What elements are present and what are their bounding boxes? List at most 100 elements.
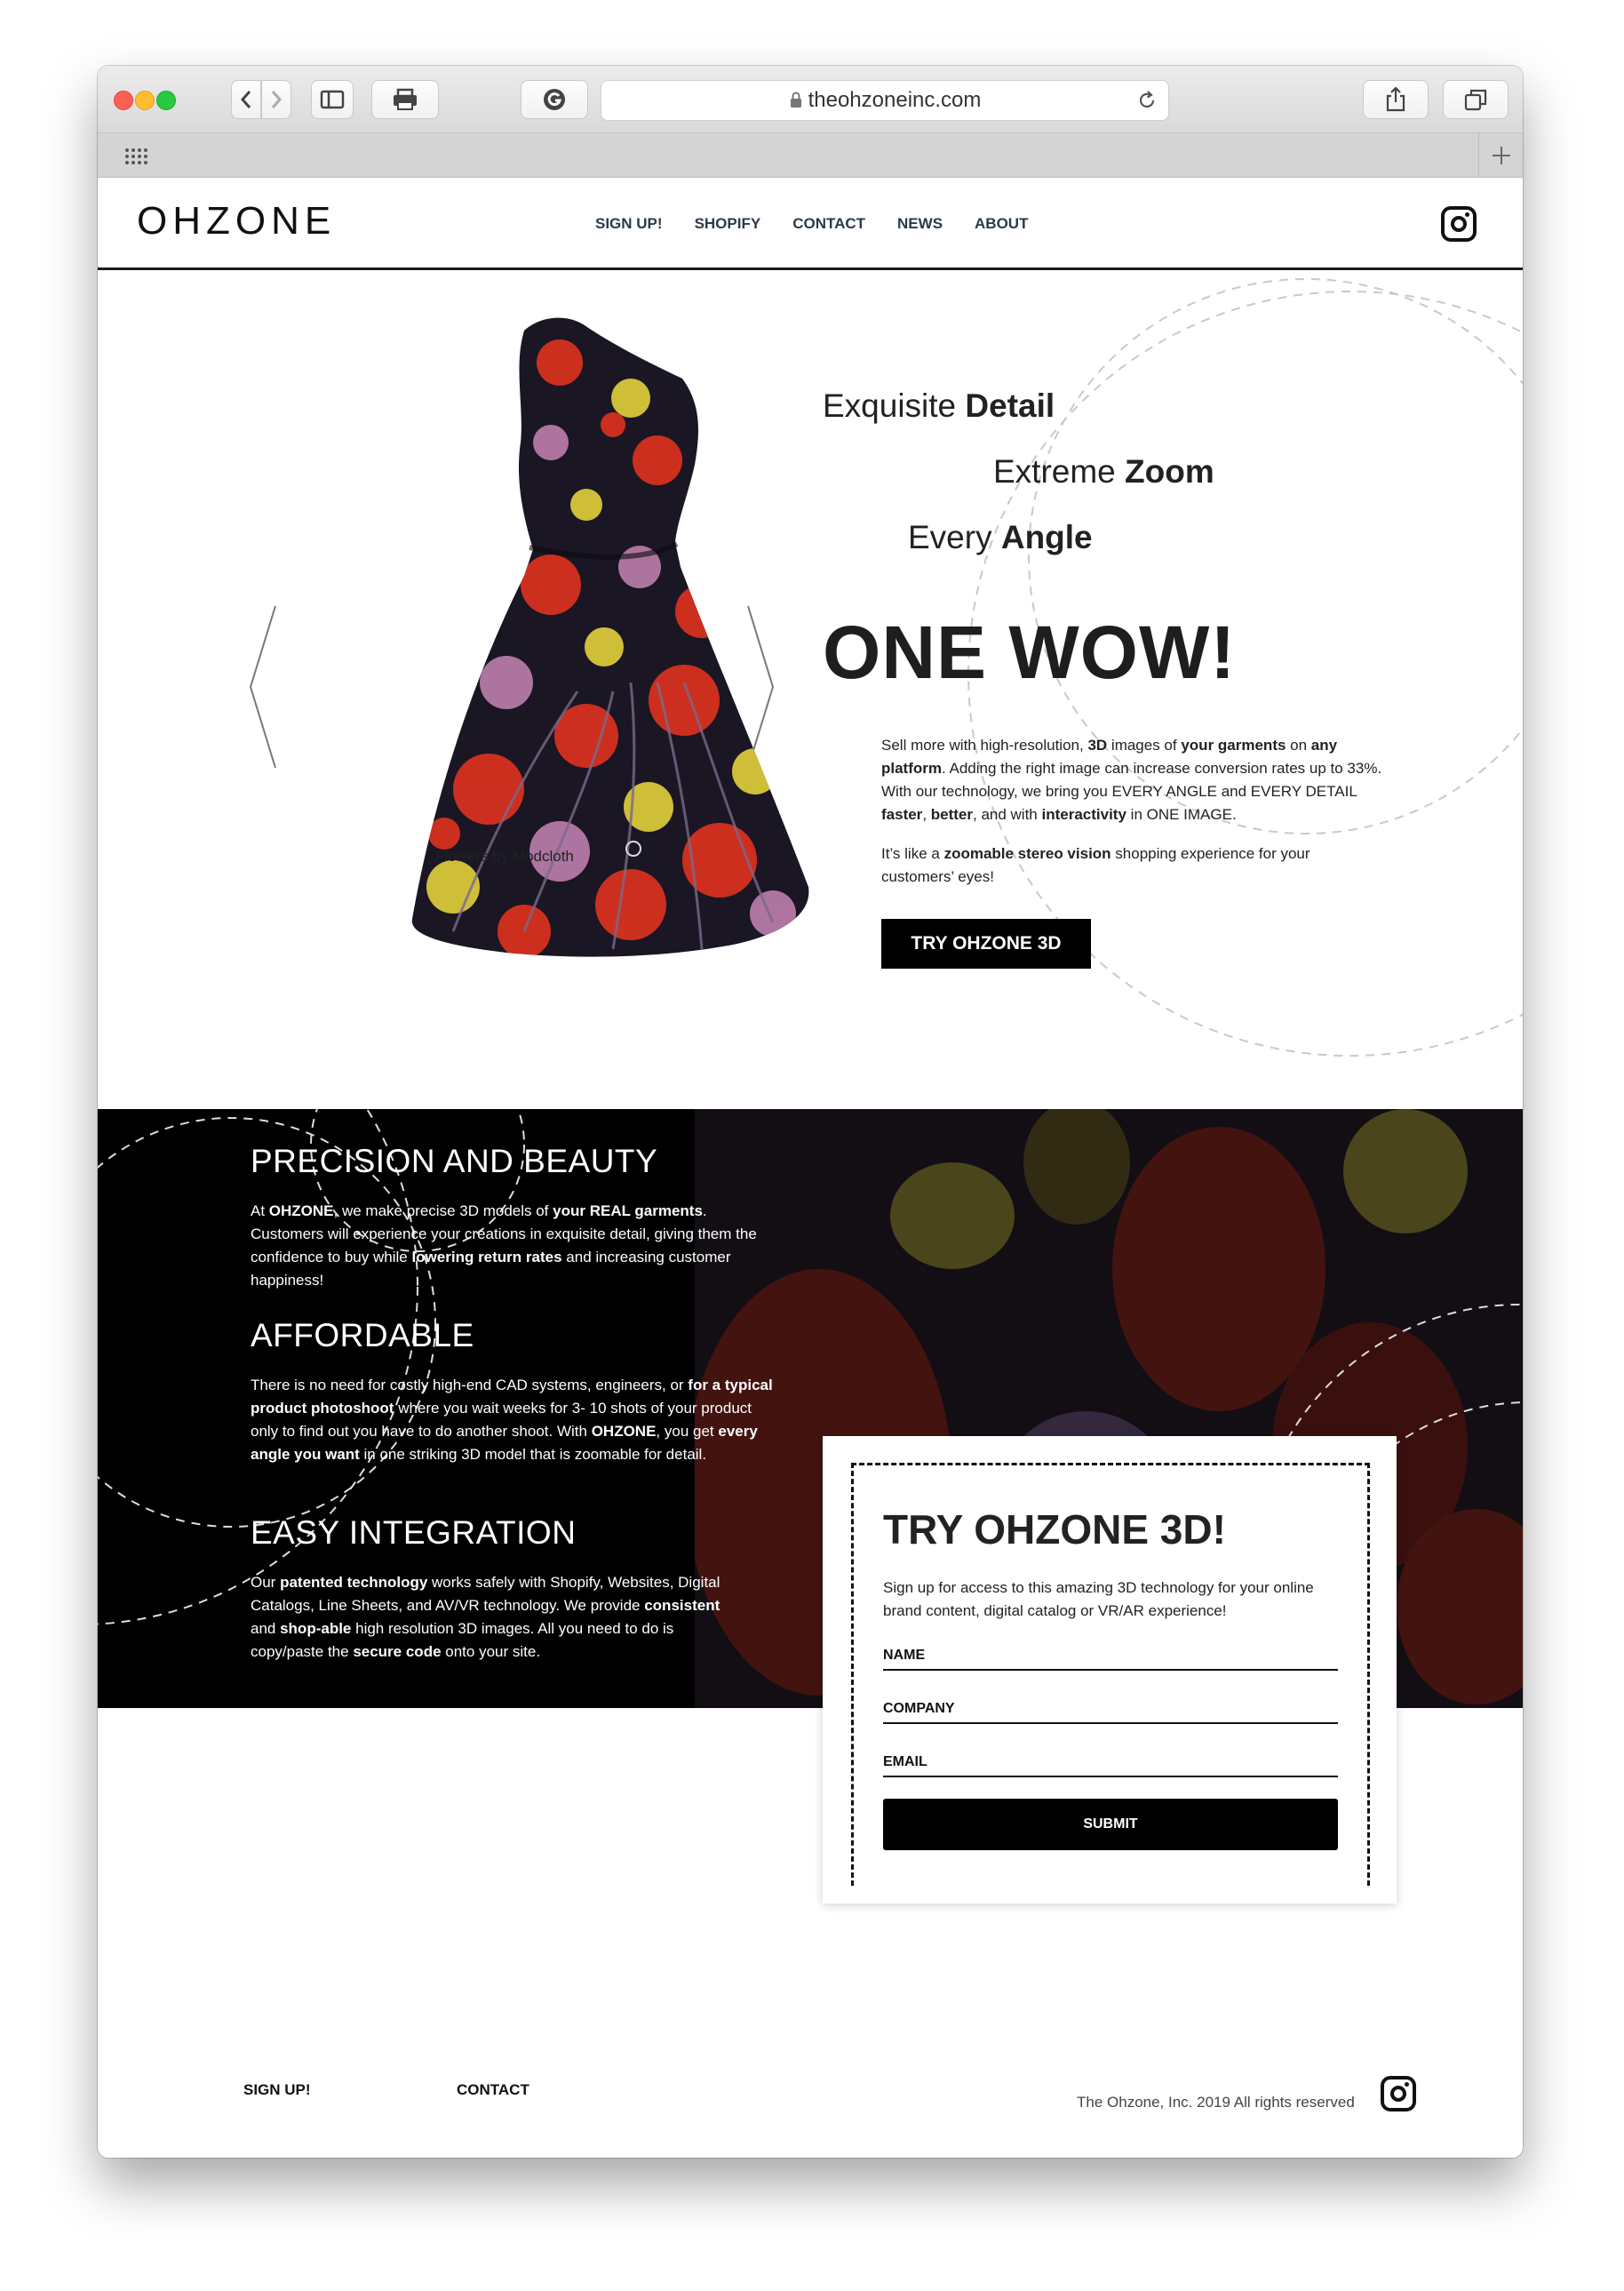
signup-form: TRY OHZONE 3D! Sign up for access to thi…: [823, 1436, 1397, 1904]
text-segment: , you get: [656, 1423, 719, 1440]
precision-text: At OHZONE, we make precise 3D models of …: [251, 1200, 775, 1292]
nav-signup[interactable]: SIGN UP!: [595, 215, 663, 233]
tab-bar: [98, 133, 1523, 178]
plus-icon: [1492, 146, 1510, 164]
try-ohzone-3d-button[interactable]: TRY OHZONE 3D: [881, 919, 1091, 969]
form-title: TRY OHZONE 3D!: [883, 1506, 1226, 1553]
carousel-prev-arrow-icon[interactable]: [247, 604, 283, 770]
bold-text-segment: zoomable stereo vision: [943, 845, 1111, 862]
text-segment: , we make precise 3D models of: [333, 1202, 553, 1219]
name-field[interactable]: NAME: [883, 1644, 1338, 1671]
nav-contact[interactable]: CONTACT: [792, 215, 865, 233]
chevron-left-icon: [240, 91, 251, 108]
share-icon: [1386, 86, 1405, 112]
carousel-indicator[interactable]: [625, 841, 641, 857]
footer-signup-link[interactable]: SIGN UP!: [243, 2081, 311, 2099]
form-description: Sign up for access to this amazing 3D te…: [883, 1579, 1314, 1619]
reload-icon[interactable]: [1136, 90, 1158, 111]
footer-contact-link[interactable]: CONTACT: [457, 2081, 529, 2099]
text-segment: There is no need for costly high-end CAD…: [251, 1377, 689, 1393]
text-segment: At: [251, 1202, 269, 1219]
email-field[interactable]: EMAIL: [883, 1751, 1338, 1777]
tagline-light-text: Exquisite: [823, 387, 966, 424]
url-text: theohzoneinc.com: [808, 88, 982, 112]
grammarly-extension-button[interactable]: [521, 80, 588, 119]
hero-paragraph-2: It’s like a zoomable stereo vision shopp…: [881, 842, 1352, 889]
bold-text-segment: consistent: [644, 1597, 720, 1614]
bold-text-segment: better: [930, 806, 973, 823]
close-window-button[interactable]: [114, 91, 133, 110]
nav-news[interactable]: NEWS: [897, 215, 943, 233]
nav-shopify[interactable]: SHOPIFY: [695, 215, 761, 233]
grammarly-icon: [544, 89, 565, 110]
text-segment: on: [1286, 737, 1311, 754]
text-segment: Our: [251, 1574, 281, 1591]
integration-heading: EASY INTEGRATION: [251, 1514, 577, 1551]
text-segment: ,: [922, 806, 931, 823]
tagline-zoom: Extreme Zoom: [993, 453, 1214, 491]
bold-text-segment: your garments: [1181, 737, 1286, 754]
tagline-bold-text: Angle: [1000, 519, 1093, 555]
main-menu: SIGN UP! SHOPIFY CONTACT NEWS ABOUT: [595, 215, 1028, 233]
bold-text-segment: your REAL garments: [553, 1202, 703, 1219]
new-tab-button[interactable]: [1478, 133, 1523, 177]
bold-text-segment: lowering return rates: [411, 1249, 562, 1265]
bold-text-segment: interactivity: [1041, 806, 1126, 823]
hero-paragraph-1: Sell more with high-resolution, 3D image…: [881, 734, 1388, 826]
tagline-light-text: Extreme: [993, 453, 1126, 490]
precision-heading: PRECISION AND BEAUTY: [251, 1143, 658, 1179]
text-segment: Sell more with high-resolution,: [881, 737, 1088, 754]
company-field[interactable]: COMPANY: [883, 1697, 1338, 1724]
text-segment: and: [251, 1620, 281, 1637]
chevron-right-icon: [271, 91, 283, 108]
nav-about[interactable]: ABOUT: [975, 215, 1028, 233]
submit-button[interactable]: SUBMIT: [883, 1799, 1338, 1850]
tagline-bold-text: Zoom: [1125, 453, 1214, 490]
dress-caption: Flowers by Modcloth: [435, 848, 574, 865]
bold-text-segment: shop-able: [280, 1620, 352, 1637]
footer-instagram-icon[interactable]: [1381, 2076, 1416, 2111]
dress-3d-model-image[interactable]: [346, 309, 817, 1002]
tabs-overview-button[interactable]: [1443, 80, 1509, 119]
bold-text-segment: OHZONE: [591, 1423, 657, 1440]
affordable-text: There is no need for costly high-end CAD…: [251, 1374, 775, 1466]
maximize-window-button[interactable]: [156, 91, 176, 110]
bold-text-segment: secure code: [353, 1643, 442, 1660]
bold-text-segment: 3D: [1087, 737, 1108, 754]
tagline-light-text: Every: [908, 519, 1001, 555]
integration-text: Our patented technology works safely wit…: [251, 1571, 748, 1664]
share-button[interactable]: [1363, 80, 1429, 119]
text-segment: It’s like a: [881, 845, 944, 862]
text-segment: images of: [1107, 737, 1182, 754]
minimize-window-button[interactable]: [135, 91, 155, 110]
browser-toolbar: theohzoneinc.com: [98, 66, 1523, 133]
lock-icon: [790, 92, 801, 108]
sidebar-button[interactable]: [311, 80, 354, 119]
sidebar-icon: [320, 90, 345, 109]
grid-icon[interactable]: [124, 148, 151, 165]
printer-icon: [394, 88, 417, 110]
text-segment: onto your site.: [441, 1643, 541, 1660]
back-button[interactable]: [231, 80, 261, 119]
tagline-detail: Exquisite Detail: [823, 387, 1055, 425]
webpage: OHZONE SIGN UP! SHOPIFY CONTACT NEWS ABO…: [98, 178, 1523, 2158]
instagram-icon[interactable]: [1441, 206, 1477, 242]
bold-text-segment: OHZONE: [268, 1202, 334, 1219]
affordable-heading: AFFORDABLE: [251, 1317, 474, 1353]
text-segment: in one striking 3D model that is zoomabl…: [359, 1446, 707, 1463]
site-header: OHZONE SIGN UP! SHOPIFY CONTACT NEWS ABO…: [98, 178, 1523, 270]
tabs-icon: [1464, 89, 1487, 111]
print-button[interactable]: [371, 80, 439, 119]
tagline-angle: Every Angle: [908, 519, 1093, 556]
hero-section: Flowers by Modcloth Exquisite Detail Ext…: [98, 270, 1523, 1109]
site-logo[interactable]: OHZONE: [137, 199, 336, 243]
text-segment: , and with: [973, 806, 1042, 823]
forward-button[interactable]: [261, 80, 291, 119]
hero-headline: ONE WOW!: [823, 611, 1237, 694]
copyright-text: The Ohzone, Inc. 2019 All rights reserve…: [1077, 2094, 1355, 2111]
text-segment: . Adding the right image can increase co…: [881, 760, 1382, 800]
browser-window: theohzoneinc.com OHZONE SIGN UP! SHOPIFY…: [98, 66, 1523, 2158]
address-bar[interactable]: theohzoneinc.com: [601, 80, 1169, 121]
tagline-bold-text: Detail: [965, 387, 1055, 424]
text-segment: in ONE IMAGE.: [1126, 806, 1237, 823]
